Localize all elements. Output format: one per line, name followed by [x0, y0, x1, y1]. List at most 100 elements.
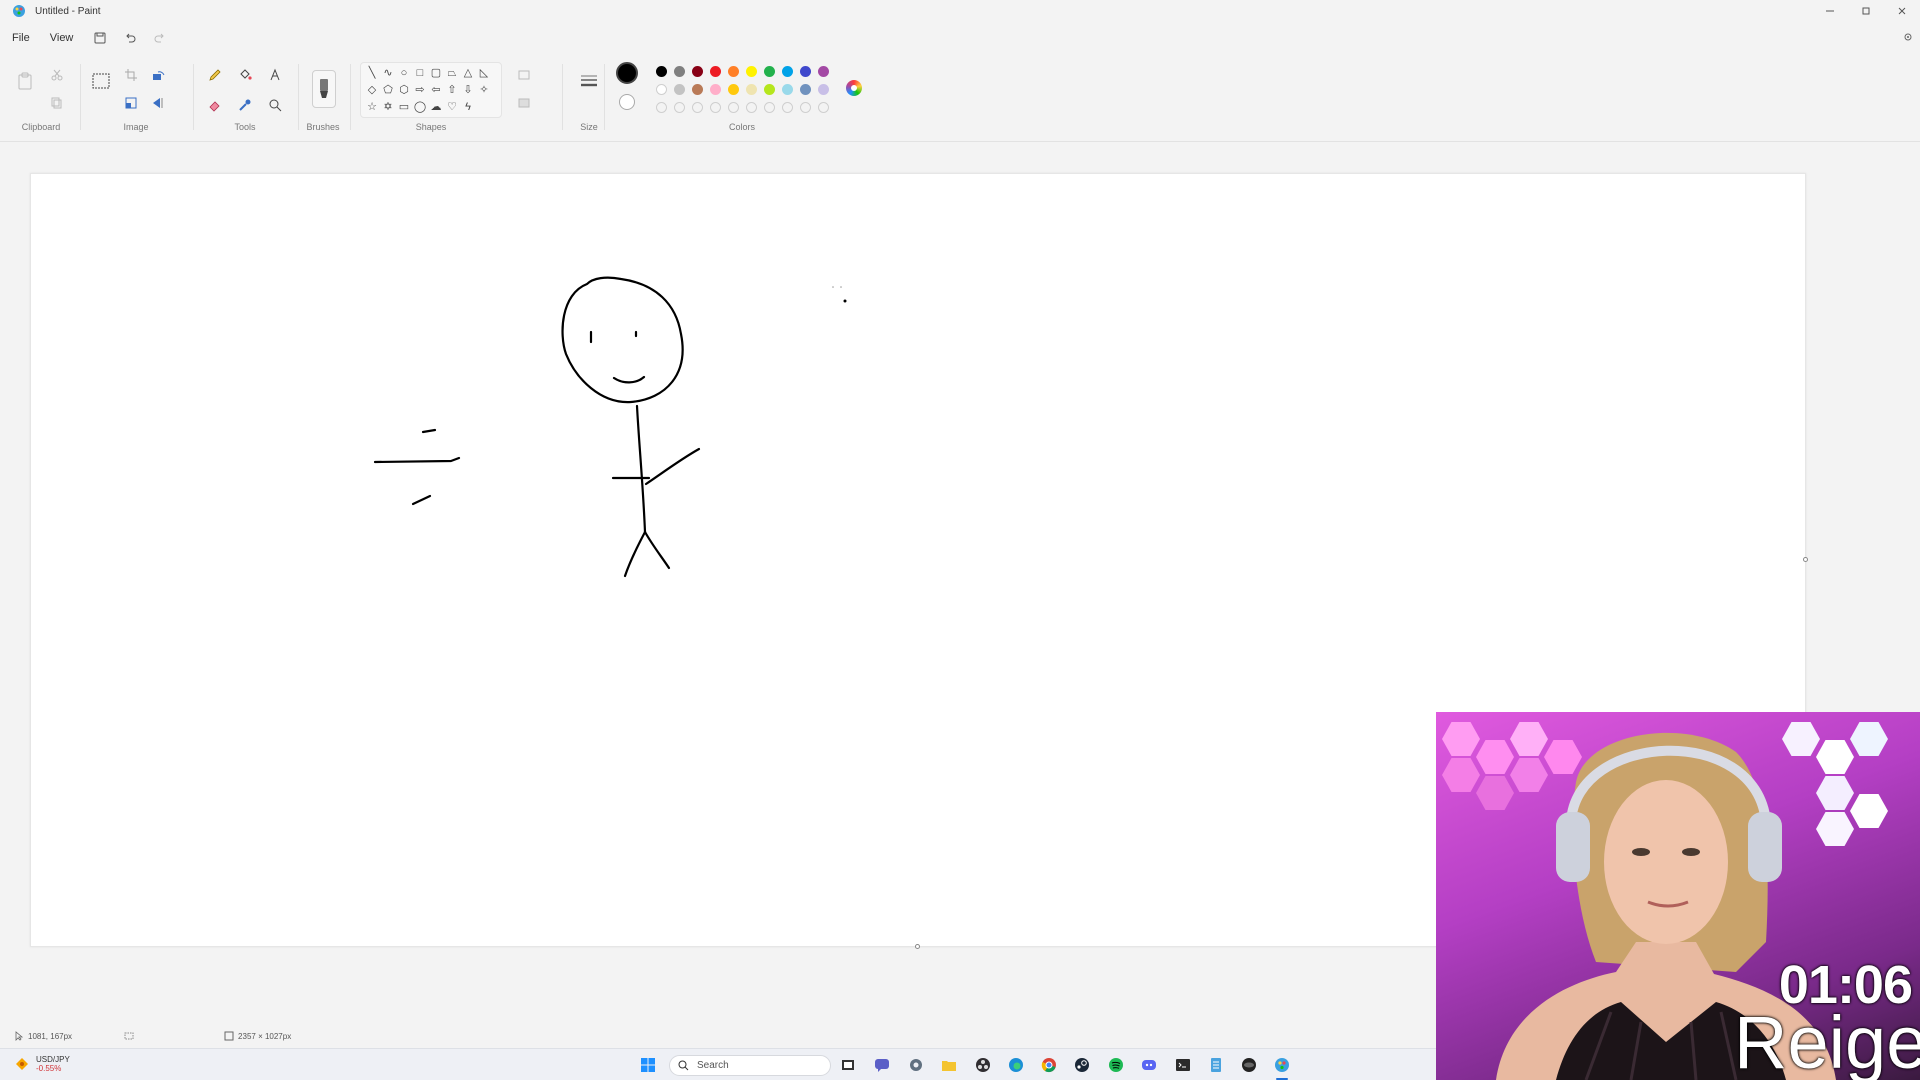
- rounded-rectangle-shape-icon[interactable]: ▢: [429, 66, 443, 80]
- custom-color-slot[interactable]: [746, 102, 757, 113]
- file-explorer-button[interactable]: [940, 1056, 958, 1074]
- close-button[interactable]: [1884, 0, 1920, 22]
- menu-file[interactable]: File: [4, 32, 38, 44]
- steam-button[interactable]: [1073, 1056, 1091, 1074]
- streamer-name: Reige: [1734, 1001, 1920, 1080]
- size-button[interactable]: [578, 70, 600, 92]
- chat-button[interactable]: [873, 1056, 891, 1074]
- task-view-button[interactable]: [839, 1056, 857, 1074]
- outline-icon: [518, 70, 530, 80]
- five-point-star-shape-icon[interactable]: ☆: [365, 100, 379, 114]
- save-icon: [94, 32, 106, 44]
- up-arrow-shape-icon[interactable]: ⇧: [445, 83, 459, 97]
- fill-style-button[interactable]: [514, 92, 536, 114]
- notepad-button[interactable]: [1207, 1056, 1225, 1074]
- color-swatch[interactable]: [818, 66, 829, 77]
- color-swatch[interactable]: [764, 66, 775, 77]
- resize-handle-right[interactable]: [1803, 557, 1808, 562]
- color-swatch[interactable]: [764, 84, 775, 95]
- polygon-shape-icon[interactable]: ⏢: [445, 66, 459, 80]
- stock-ticker-widget[interactable]: USD/JPY -0.55%: [14, 1055, 70, 1073]
- custom-color-slot[interactable]: [728, 102, 739, 113]
- custom-color-slot[interactable]: [674, 102, 685, 113]
- undo-button[interactable]: [119, 27, 141, 49]
- taskbar-search[interactable]: Search: [669, 1055, 831, 1076]
- obs-button[interactable]: [974, 1056, 992, 1074]
- oval-shape-icon[interactable]: ○: [397, 66, 411, 80]
- save-button[interactable]: [89, 27, 111, 49]
- six-point-star-shape-icon[interactable]: ✡: [381, 100, 395, 114]
- color-swatch[interactable]: [782, 66, 793, 77]
- redo-button[interactable]: [149, 27, 171, 49]
- resize-handle-bottom[interactable]: [915, 944, 920, 949]
- color-swatch[interactable]: [692, 84, 703, 95]
- color-swatch[interactable]: [728, 66, 739, 77]
- diamond-shape-icon[interactable]: ◇: [365, 83, 379, 97]
- line-shape-icon[interactable]: ╲: [365, 66, 379, 80]
- color-swatch[interactable]: [746, 66, 757, 77]
- settings-button[interactable]: [1902, 30, 1914, 48]
- shapes-group: ╲ ∿ ○ □ ▢ ⏢ △ ◺ ◇ ⬠ ⬡ ⇨ ⇦ ⇧ ⇩ ✧ ☆ ✡ ▭ ◯ …: [0, 56, 640, 142]
- down-arrow-shape-icon[interactable]: ⇩: [461, 83, 475, 97]
- custom-color-slot[interactable]: [818, 102, 829, 113]
- color-swatch[interactable]: [800, 84, 811, 95]
- cursor-position-icon: [15, 1031, 24, 1041]
- heart-shape-icon[interactable]: ♡: [445, 100, 459, 114]
- color-swatch[interactable]: [656, 66, 667, 77]
- color-swatch[interactable]: [674, 66, 685, 77]
- custom-color-slot[interactable]: [764, 102, 775, 113]
- hexagon-shape-icon[interactable]: ⬡: [397, 83, 411, 97]
- primary-color[interactable]: [616, 62, 638, 84]
- terminal-button[interactable]: [1174, 1056, 1192, 1074]
- custom-color-slot[interactable]: [710, 102, 721, 113]
- ticker-change: -0.55%: [36, 1064, 62, 1073]
- menu-bar: File View: [0, 26, 171, 50]
- right-arrow-shape-icon[interactable]: ⇨: [413, 83, 427, 97]
- media-app-button[interactable]: [1240, 1056, 1258, 1074]
- color-swatch[interactable]: [800, 66, 811, 77]
- pentagon-shape-icon[interactable]: ⬠: [381, 83, 395, 97]
- settings-app-button[interactable]: [907, 1056, 925, 1074]
- oval-callout-shape-icon[interactable]: ◯: [413, 100, 427, 114]
- custom-color-slot[interactable]: [782, 102, 793, 113]
- rounded-callout-shape-icon[interactable]: ▭: [397, 100, 411, 114]
- color-swatch[interactable]: [818, 84, 829, 95]
- left-arrow-shape-icon[interactable]: ⇦: [429, 83, 443, 97]
- curve-shape-icon[interactable]: ∿: [381, 66, 395, 80]
- color-swatch[interactable]: [692, 66, 703, 77]
- minimize-button[interactable]: [1812, 0, 1848, 22]
- right-triangle-shape-icon[interactable]: ◺: [477, 66, 491, 80]
- lightning-shape-icon[interactable]: ϟ: [461, 100, 475, 114]
- secondary-color[interactable]: [619, 94, 635, 110]
- triangle-shape-icon[interactable]: △: [461, 66, 475, 80]
- restore-button[interactable]: [1848, 0, 1884, 22]
- colors-group: Colors: [612, 56, 872, 142]
- spotify-button[interactable]: [1107, 1056, 1125, 1074]
- discord-button[interactable]: [1140, 1056, 1158, 1074]
- outline-button[interactable]: [514, 64, 536, 86]
- color-swatch[interactable]: [710, 84, 721, 95]
- paint-taskbar-button[interactable]: [1273, 1056, 1291, 1074]
- chrome-button[interactable]: [1040, 1056, 1058, 1074]
- color-swatch[interactable]: [674, 84, 685, 95]
- edit-colors-button[interactable]: [846, 80, 862, 96]
- edge-button[interactable]: [1007, 1056, 1025, 1074]
- title-bar: Untitled - Paint: [0, 0, 1920, 22]
- rectangle-shape-icon[interactable]: □: [413, 66, 427, 80]
- selection-size-icon: [124, 1032, 134, 1040]
- color-swatch[interactable]: [728, 84, 739, 95]
- size-lines-icon: [581, 75, 597, 87]
- size-label: Size: [580, 122, 598, 132]
- start-button[interactable]: [639, 1056, 657, 1074]
- color-swatch[interactable]: [746, 84, 757, 95]
- custom-color-slot[interactable]: [656, 102, 667, 113]
- color-swatch[interactable]: [782, 84, 793, 95]
- colors-label: Colors: [728, 122, 755, 132]
- cloud-callout-shape-icon[interactable]: ☁: [429, 100, 443, 114]
- four-point-star-shape-icon[interactable]: ✧: [477, 83, 491, 97]
- color-swatch[interactable]: [656, 84, 667, 95]
- custom-color-slot[interactable]: [800, 102, 811, 113]
- menu-view[interactable]: View: [42, 32, 82, 44]
- custom-color-slot[interactable]: [692, 102, 703, 113]
- color-swatch[interactable]: [710, 66, 721, 77]
